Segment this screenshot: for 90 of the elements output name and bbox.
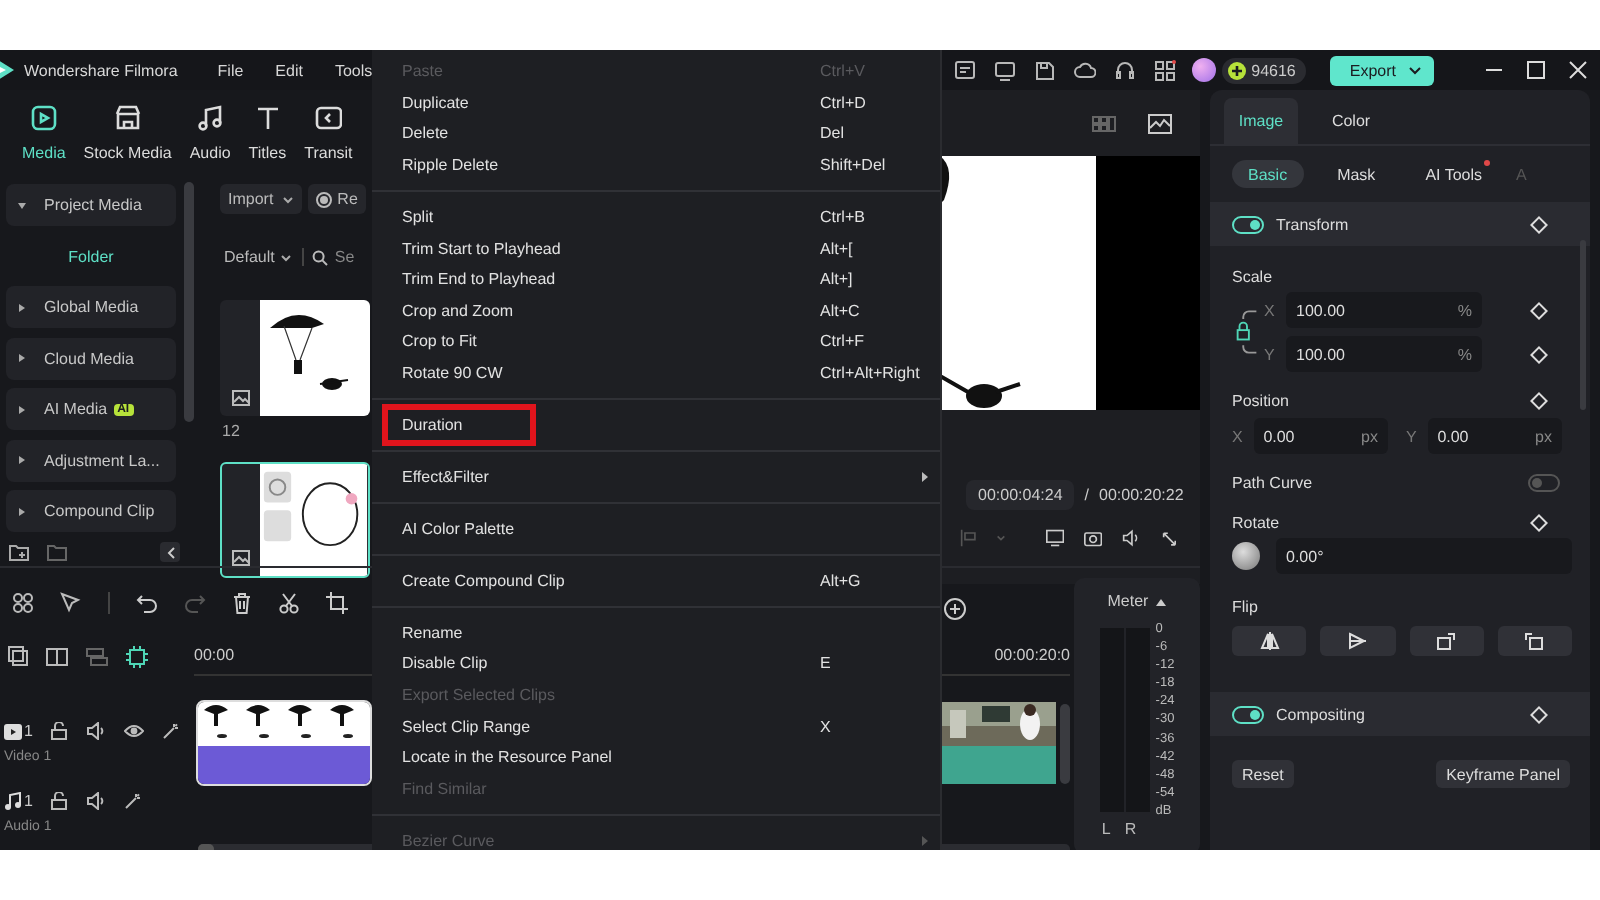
- shortcut-label: E: [820, 654, 833, 673]
- menu-item[interactable]: Rotate 90 CW Ctrl+Alt+Right: [372, 357, 940, 389]
- sidebar-item[interactable]: Project Media: [6, 184, 176, 226]
- reset-button[interactable]: Reset: [1232, 760, 1294, 788]
- subtab[interactable]: Basic: [1232, 160, 1304, 188]
- subtab[interactable]: Mask: [1321, 160, 1392, 188]
- property-label: Scale: [1232, 268, 1275, 286]
- menu-item[interactable]: Create Compound Clip Alt+G: [372, 565, 940, 597]
- axis-label: Y: [1406, 427, 1419, 445]
- credits-pill[interactable]: 94616: [1221, 57, 1306, 83]
- sidebar-item[interactable]: Adjustment La...: [6, 439, 176, 481]
- time-separator: /: [1084, 486, 1089, 504]
- menu-item[interactable]: Delete Del: [372, 118, 940, 150]
- axis-label: X: [1232, 427, 1245, 445]
- folder-item[interactable]: Folder: [6, 235, 176, 277]
- credits-count: 94616: [1251, 61, 1296, 79]
- shortcut-label: Ctrl+B: [820, 208, 867, 227]
- menu-item[interactable]: Duration: [372, 409, 940, 441]
- ruler-time: 00:00:20:0: [994, 646, 1070, 664]
- media-tab[interactable]: Media: [22, 103, 66, 161]
- menu-item[interactable]: Edit: [275, 61, 303, 79]
- export-button[interactable]: Export: [1329, 55, 1434, 85]
- sidebar-item[interactable]: Global Media: [6, 286, 176, 328]
- track-number: 1: [24, 722, 33, 740]
- shortcut-label: Ctrl+D: [820, 93, 868, 112]
- menu-item[interactable]: Disable Clip E: [372, 648, 940, 680]
- unit-label: %: [1457, 345, 1472, 363]
- media-tab[interactable]: Stock Media: [83, 103, 172, 161]
- menu-item[interactable]: Crop and Zoom Alt+C: [372, 295, 940, 327]
- menu-item[interactable]: Select Clip Range X: [372, 710, 940, 742]
- property-tab[interactable]: Color: [1314, 98, 1388, 144]
- media-tab[interactable]: Transit: [304, 103, 353, 161]
- unit-label: px: [1535, 427, 1552, 445]
- number-field[interactable]: 100.00 %: [1286, 292, 1482, 328]
- menu-item[interactable]: Duplicate Ctrl+D: [372, 87, 940, 119]
- keyframe-panel-button[interactable]: Keyframe Panel: [1436, 760, 1570, 788]
- number-field[interactable]: 100.00 %: [1286, 336, 1482, 372]
- menu-item[interactable]: Tools: [334, 61, 373, 79]
- menu-item[interactable]: File: [217, 61, 244, 79]
- axis-label: Y: [1264, 345, 1277, 363]
- record-button[interactable]: Re: [307, 184, 366, 214]
- number-field[interactable]: 0.00 px: [1427, 418, 1562, 454]
- menu-item[interactable]: Trim Start to Playhead Alt+[: [372, 232, 940, 264]
- menu-item[interactable]: Locate in the Resource Panel: [372, 741, 940, 774]
- media-tab[interactable]: Audio: [189, 103, 231, 161]
- unit-label: px: [1361, 427, 1378, 445]
- meter-dropdown[interactable]: Meter: [1107, 592, 1167, 610]
- shortcut-label: X: [820, 717, 833, 736]
- property-tab[interactable]: Image: [1224, 98, 1298, 144]
- section-title: Transform: [1276, 215, 1351, 233]
- shortcut-label: Del: [820, 124, 847, 143]
- menu-item[interactable]: Split Ctrl+B: [372, 201, 940, 233]
- menu-item[interactable]: Rename: [372, 617, 940, 649]
- property-label: Flip: [1232, 598, 1260, 616]
- shortcut-label: Alt+[: [820, 239, 855, 258]
- shortcut-label: Shift+Del: [820, 156, 888, 175]
- menu-item[interactable]: AI Color Palette: [372, 513, 940, 545]
- sort-dropdown[interactable]: Default: [220, 242, 297, 272]
- media-caption: 12: [222, 422, 240, 440]
- channel-label: R: [1124, 820, 1137, 838]
- track-number: 1: [24, 792, 33, 810]
- menu-item[interactable]: Crop to Fit Ctrl+F: [372, 326, 940, 358]
- search-field[interactable]: Se: [310, 244, 357, 270]
- menu-item[interactable]: Ripple Delete Shift+Del: [372, 149, 940, 181]
- shortcut-label: Ctrl+V: [820, 62, 867, 81]
- total-time: 00:00:20:22: [1099, 486, 1184, 504]
- app-name: Wondershare Filmora: [24, 61, 178, 79]
- number-field[interactable]: 0.00°: [1276, 538, 1572, 574]
- ruler-time: 00:00: [194, 646, 235, 664]
- section-title: Compositing: [1276, 705, 1367, 723]
- import-button[interactable]: Import: [220, 184, 302, 214]
- property-label: Path Curve: [1232, 474, 1313, 492]
- shortcut-label: Alt+]: [820, 270, 855, 289]
- current-time: 00:00:04:24: [966, 480, 1075, 510]
- menu-item[interactable]: Effect&Filter: [372, 461, 940, 493]
- sidebar-item[interactable]: Compound Clip: [6, 490, 176, 532]
- shortcut-label: Ctrl+F: [820, 332, 866, 351]
- shortcut-label: Ctrl+Alt+Right: [820, 364, 922, 383]
- number-field[interactable]: 0.00 px: [1253, 418, 1388, 454]
- axis-label: X: [1264, 301, 1277, 319]
- unit-label: %: [1457, 301, 1472, 319]
- property-label: Position: [1232, 392, 1289, 410]
- sidebar-item[interactable]: Cloud Media: [6, 337, 176, 379]
- menu-item[interactable]: Trim End to Playhead Alt+]: [372, 263, 940, 296]
- channel-label: L: [1101, 820, 1111, 838]
- property-label: Rotate: [1232, 514, 1280, 532]
- media-tab[interactable]: Titles: [248, 103, 287, 161]
- shortcut-label: Alt+G: [820, 571, 863, 590]
- shortcut-label: Alt+C: [820, 301, 862, 320]
- subtab[interactable]: AI Tools: [1409, 160, 1498, 188]
